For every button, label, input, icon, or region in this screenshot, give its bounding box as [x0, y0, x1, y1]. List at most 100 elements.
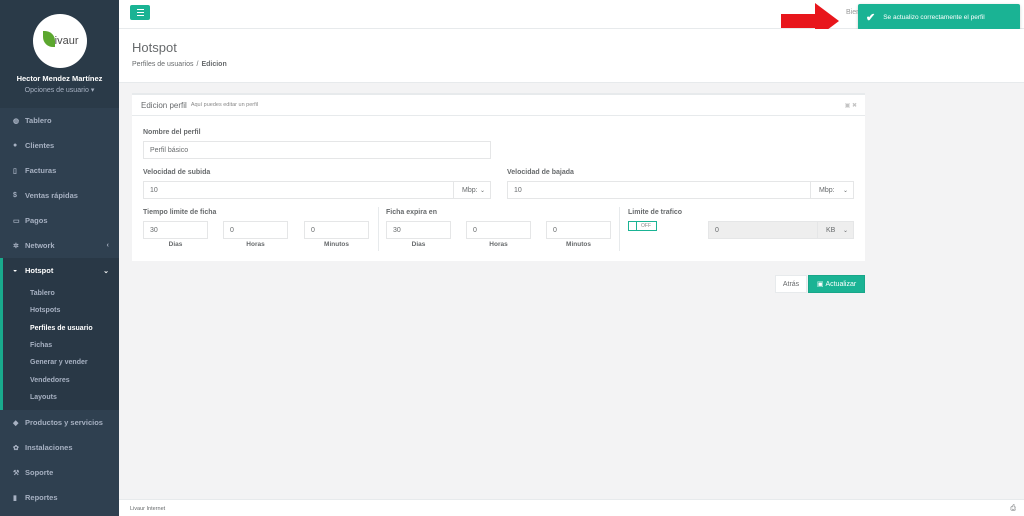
- expires-days-input[interactable]: 30: [386, 221, 451, 239]
- floppy-icon: ▣: [816, 281, 824, 288]
- sidebar-item-reportes[interactable]: ▮ Reportes: [0, 485, 119, 510]
- download-speed-label: Velocidad de bajada: [507, 169, 574, 176]
- breadcrumb: Perfiles de usuarios / Edicion: [132, 61, 227, 68]
- subnav-item-tablero[interactable]: Tablero: [3, 285, 119, 302]
- money-icon: ▭: [13, 217, 20, 225]
- subnav-item-hotspots[interactable]: Hotspots: [3, 302, 119, 319]
- success-toast[interactable]: ✔ Se actualizo correctamente el perfil: [858, 4, 1020, 30]
- breadcrumb-parent[interactable]: Perfiles de usuarios: [132, 61, 193, 68]
- company-logo: Livaur: [32, 14, 87, 68]
- sidebar-item-facturas[interactable]: ▯ Facturas: [0, 158, 119, 183]
- traffic-limit-toggle[interactable]: OFF: [628, 221, 657, 231]
- update-button[interactable]: ▣ Actualizar: [808, 275, 865, 293]
- time-limit-days-label: Dias: [168, 241, 183, 248]
- subnav-item-fichas[interactable]: Fichas: [3, 337, 119, 354]
- traffic-unit-select[interactable]: KB ⌄: [817, 221, 854, 239]
- back-button[interactable]: Atrás: [775, 275, 807, 293]
- wifi-icon: ◒: [13, 267, 18, 274]
- chevron-left-icon: ‹: [106, 242, 109, 249]
- panel-tools: ▣ ✖: [845, 102, 857, 109]
- footer: Livaur Internet ⎙: [119, 499, 1024, 516]
- sidebar-item-instalaciones[interactable]: ✿ Instalaciones: [0, 435, 119, 460]
- sidebar-item-hotspot[interactable]: ◒ Hotspot ⌄: [0, 258, 119, 283]
- update-button-label: Actualizar: [825, 280, 857, 288]
- chevron-down-icon: ⌄: [842, 227, 848, 234]
- save-icon[interactable]: ▣: [845, 103, 851, 109]
- upload-unit-select[interactable]: Mbp: ⌄: [453, 181, 491, 199]
- tag-icon: ◆: [13, 419, 19, 427]
- subnav-item-vendedores[interactable]: Vendedores: [3, 371, 119, 388]
- menu-toggle-button[interactable]: [130, 5, 150, 20]
- sidebar-item-ventas[interactable]: $ Ventas rápidas: [0, 183, 119, 208]
- hamburger-line: [136, 14, 144, 16]
- close-icon[interactable]: ✖: [852, 103, 857, 109]
- download-speed-input[interactable]: 10: [507, 181, 811, 199]
- sidebar-item-tablero[interactable]: ◍ Tablero: [0, 108, 119, 133]
- hamburger-line: [136, 11, 144, 14]
- expires-minutes-label: Minutos: [566, 241, 591, 248]
- sidebar-item-pagos[interactable]: ▭ Pagos: [0, 208, 119, 233]
- sidebar-item-label: Tablero: [25, 116, 52, 125]
- sidebar-item-label: Network: [25, 241, 55, 250]
- chevron-down-icon: ⌄: [842, 187, 848, 194]
- profile-name-label: Nombre del perfil: [143, 129, 201, 136]
- sidebar-item-productos[interactable]: ◆ Productos y servicios: [0, 410, 119, 435]
- check-icon: ✔: [866, 11, 876, 24]
- expires-days-label: Dias: [411, 241, 426, 248]
- download-unit-value: Mbp:: [819, 186, 835, 194]
- hotspot-submenu: Tablero Hotspots Perfiles de usuario Fic…: [0, 283, 119, 411]
- sidebar-item-label: Ventas rápidas: [25, 191, 78, 200]
- users-icon: ●: [13, 142, 18, 149]
- breadcrumb-current: Edicion: [201, 61, 227, 68]
- sidebar-item-soporte[interactable]: ⚒ Soporte: [0, 460, 119, 485]
- dashboard-icon: ◍: [13, 117, 20, 125]
- sidebar-item-label: Productos y servicios: [25, 418, 103, 428]
- sidebar-item-label: Instalaciones: [25, 443, 73, 453]
- user-options-dropdown[interactable]: Opciones de usuario ▾: [0, 86, 119, 94]
- time-limit-minutes-input[interactable]: 0: [304, 221, 369, 239]
- sidebar-item-network[interactable]: ✲ Network ‹: [0, 233, 119, 258]
- sidebar-item-label: Reportes: [25, 493, 58, 503]
- sidebar-item-label: Facturas: [25, 166, 57, 175]
- toggle-knob: [629, 222, 637, 230]
- upload-unit-value: Mbp:: [462, 186, 478, 194]
- sidebar: Livaur Hector Mendez Martínez Opciones d…: [0, 0, 119, 516]
- caret-down-icon: ▾: [90, 87, 95, 94]
- expires-minutes-input[interactable]: 0: [546, 221, 611, 239]
- toggle-off-label: OFF: [641, 223, 651, 229]
- time-limit-days-input[interactable]: 30: [143, 221, 208, 239]
- panel-title: Edicion perfil: [141, 100, 187, 110]
- breadcrumb-separator: /: [196, 61, 199, 68]
- user-options-label: Opciones de usuario: [24, 87, 89, 94]
- upload-speed-input[interactable]: 10: [143, 181, 454, 199]
- footer-text: Livaur Internet: [130, 506, 166, 512]
- sidebar-item-clientes[interactable]: ● Clientes: [0, 133, 119, 158]
- traffic-limit-label: Limite de trafico: [628, 209, 683, 216]
- page-title: Hotspot: [132, 40, 177, 55]
- sidebar-item-label: Pagos: [25, 216, 48, 225]
- leaf-icon: [42, 31, 55, 47]
- network-icon: ✲: [13, 242, 19, 250]
- time-limit-hours-input[interactable]: 0: [223, 221, 288, 239]
- chevron-down-icon: ⌄: [103, 267, 109, 275]
- divider: [619, 207, 620, 251]
- chevron-down-icon: ⌄: [479, 187, 485, 194]
- profile-name-input[interactable]: Perfil básico: [143, 141, 491, 159]
- printer-icon[interactable]: ⎙: [1010, 505, 1016, 513]
- download-unit-select[interactable]: Mbp: ⌄: [810, 181, 854, 199]
- subnav-item-layouts[interactable]: Layouts: [3, 389, 119, 406]
- subnav-item-perfiles[interactable]: Perfiles de usuario: [3, 320, 119, 337]
- page-heading: Hotspot Perfiles de usuarios / Edicion: [119, 29, 1024, 83]
- subnav-item-generar[interactable]: Generar y vender: [3, 354, 119, 371]
- expires-hours-input[interactable]: 0: [466, 221, 531, 239]
- divider: [378, 207, 379, 251]
- book-icon: ▮: [13, 494, 17, 502]
- traffic-limit-input[interactable]: 0: [708, 221, 818, 239]
- file-icon: ▯: [13, 167, 17, 175]
- main-nav: ◍ Tablero ● Clientes ▯ Facturas $ Ventas ráp…: [0, 108, 119, 510]
- profile-block: Livaur Hector Mendez Martínez Opciones d…: [0, 0, 119, 108]
- time-limit-minutes-label: Minutos: [324, 241, 349, 248]
- time-limit-label: Tiempo limite de ficha: [143, 209, 217, 216]
- dollar-icon: $: [13, 192, 17, 199]
- toast-message: Se actualizo correctamente el perfil: [883, 13, 985, 21]
